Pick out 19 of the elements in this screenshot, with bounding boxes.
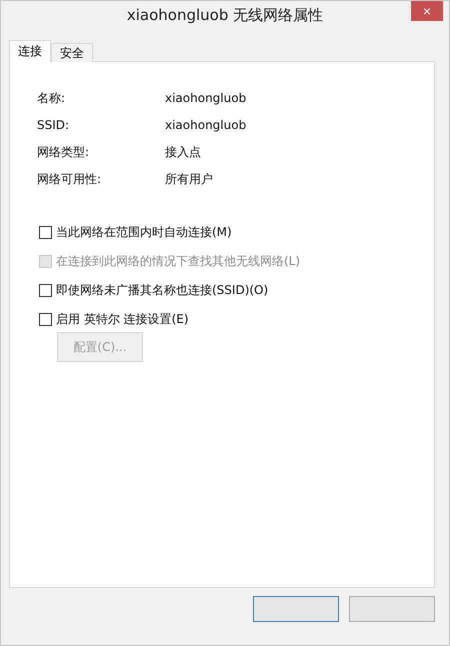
tab[interactable]: 安全 bbox=[51, 43, 93, 62]
checkbox-option[interactable]: 当此网络在范围内时自动连接(M) bbox=[39, 224, 434, 241]
property-value: xiaohongluob bbox=[165, 117, 248, 134]
checkbox[interactable] bbox=[39, 284, 52, 297]
checkbox[interactable] bbox=[39, 226, 52, 239]
property-label: 网络类型: bbox=[37, 144, 90, 161]
property-value: xiaohongluob bbox=[165, 90, 248, 107]
property-label: SSID: bbox=[37, 117, 70, 134]
property-value: 所有用户 bbox=[165, 171, 214, 188]
property-label: 网络可用性: bbox=[37, 171, 102, 188]
tab[interactable]: 连接 bbox=[9, 40, 51, 62]
window-title: xiaohongluob 无线网络属性 bbox=[126, 6, 324, 25]
dialog-button[interactable] bbox=[253, 596, 339, 622]
checkbox-option[interactable]: 启用 英特尔 连接设置(E) bbox=[39, 311, 434, 328]
property-value: 接入点 bbox=[165, 144, 202, 161]
checkbox-option[interactable]: 即使网络未广播其名称也连接(SSID)(O) bbox=[39, 282, 434, 299]
property-label: 名称: bbox=[37, 90, 66, 107]
close-button[interactable]: × bbox=[411, 1, 443, 21]
checkbox[interactable] bbox=[39, 313, 52, 326]
